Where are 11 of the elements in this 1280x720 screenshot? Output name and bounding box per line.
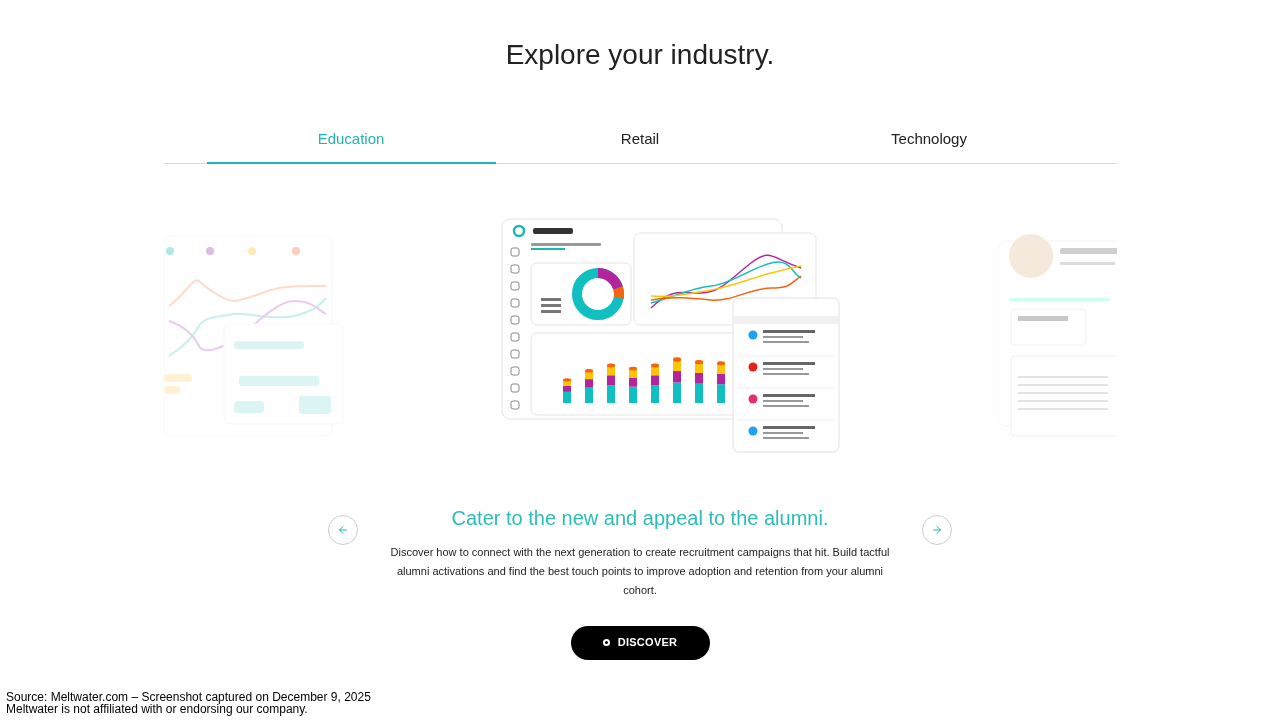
arrow-left-icon [337, 523, 349, 536]
arrow-right-icon [931, 523, 943, 536]
industry-tab[interactable]: Technology [784, 128, 1074, 164]
source-note: Meltwater is not affiliated with or endorsing our company. [6, 703, 309, 715]
discover-button[interactable]: DISCOVER [570, 625, 710, 660]
section-title: Explore your industry. [505, 38, 775, 72]
slide-heading: Cater to the new and appeal to the alumni. [451, 505, 829, 531]
slide-description: Discover how to connect with the next generation to create recruitment campaigns that hit. Build tactful alumni activations and find the best touch points to improve adoption and retention from your alumni cohort. [389, 544, 891, 598]
ring-icon [602, 639, 610, 646]
industry-tab[interactable]: Retail [495, 128, 785, 164]
source-note: Source: Meltwater.com – Screenshot captured on December 9, 2025 [6, 691, 371, 703]
